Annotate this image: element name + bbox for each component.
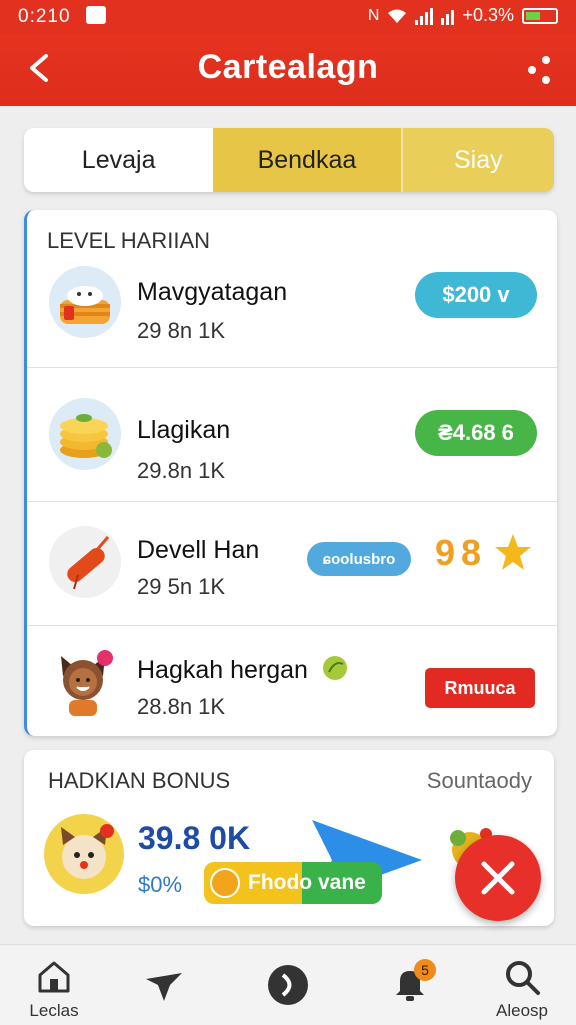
mascot-icon <box>44 814 124 894</box>
firework-icon <box>49 526 121 598</box>
nav-hat[interactable] <box>114 945 214 1025</box>
reward-button[interactable]: $200 v <box>415 272 537 318</box>
star-icon <box>495 534 531 570</box>
close-button[interactable] <box>455 835 541 921</box>
wifi-icon <box>388 9 407 23</box>
collect-label: Fhodo vane <box>248 871 366 894</box>
section-title: HADKIAN BONUS <box>48 768 231 793</box>
item-name: Hagkah hergan <box>137 656 308 684</box>
battery-text: +0.3% <box>462 5 514 25</box>
search-icon <box>506 961 540 995</box>
item-sub: 28.8n 1K <box>137 694 226 719</box>
list-item[interactable]: Hagkah hergan 28.8n 1K Rmuuca <box>27 626 557 736</box>
nfc-icon: N <box>367 6 380 24</box>
status-time: 0:210 <box>18 6 71 27</box>
notification-badge: 5 <box>414 959 436 981</box>
signal-icon <box>415 7 434 25</box>
item-name: Devell Han <box>137 536 260 564</box>
bonus-percent: $0% <box>138 872 183 897</box>
reward-button[interactable]: ₴4.68 6 <box>415 410 537 456</box>
item-name: Llagikan <box>137 416 231 444</box>
tab-bar: Levaja Bendkaa Siay <box>24 128 554 192</box>
play-icon <box>268 965 308 1005</box>
nav-search[interactable]: Aleosp <box>472 945 572 1025</box>
list-item[interactable]: Mavgyatagan 29 8n 1K $200 v <box>27 258 557 368</box>
signal-icon-2 <box>441 7 455 25</box>
notification-icon <box>86 6 106 24</box>
status-bar: 0:210 N +0.3% <box>0 0 576 34</box>
nav-label: Leclas <box>29 1001 79 1020</box>
nav-label: Aleosp <box>496 1001 548 1020</box>
tab-levaja[interactable]: Levaja <box>24 128 214 192</box>
nav-notifications[interactable]: 5 <box>360 945 460 1025</box>
collect-button[interactable]: Fhodo vane <box>204 862 382 904</box>
score-text: 98 <box>435 532 488 573</box>
bottom-nav: Leclas 5 Aleosp <box>0 944 576 1025</box>
list-item[interactable]: Llagikan 29.8n 1K ₴4.68 6 <box>27 368 557 502</box>
page-title: Cartealagn <box>197 48 379 86</box>
share-icon[interactable] <box>524 52 554 88</box>
avatar <box>49 646 121 718</box>
item-name: Mavgyatagan <box>137 278 288 306</box>
pancake-icon <box>49 398 121 470</box>
daily-level-card: LEVEL HARIIAN Mavgyatagan 29 8n 1K $200 … <box>24 210 557 736</box>
tab-bendkaa[interactable]: Bendkaa <box>213 128 401 192</box>
list-item[interactable]: Devell Han 29 5n 1K ɕoolusbro 98 <box>27 502 557 626</box>
home-icon <box>38 961 70 993</box>
coin-icon <box>210 868 240 898</box>
item-sub: 29.8n 1K <box>137 458 226 483</box>
hat-icon <box>146 973 182 1001</box>
item-sub: 29 5n 1K <box>137 574 226 599</box>
tab-siay[interactable]: Siay <box>400 128 554 192</box>
app-bar: Cartealagn <box>0 34 576 106</box>
action-button[interactable]: Rmuuca <box>425 668 535 708</box>
item-sub: 29 8n 1K <box>137 318 226 343</box>
nav-play[interactable] <box>238 945 338 1025</box>
close-icon <box>481 861 515 895</box>
nav-home[interactable]: Leclas <box>4 945 104 1025</box>
bonus-amount: 39.8 0K <box>138 820 251 856</box>
cake-icon <box>49 266 121 338</box>
section-title: LEVEL HARIIAN <box>47 228 211 253</box>
see-all-link[interactable]: Sountaody <box>427 768 532 794</box>
battery-icon <box>522 7 558 24</box>
status-badge[interactable]: ɕoolusbro <box>307 542 411 576</box>
leaf-icon <box>323 656 347 680</box>
